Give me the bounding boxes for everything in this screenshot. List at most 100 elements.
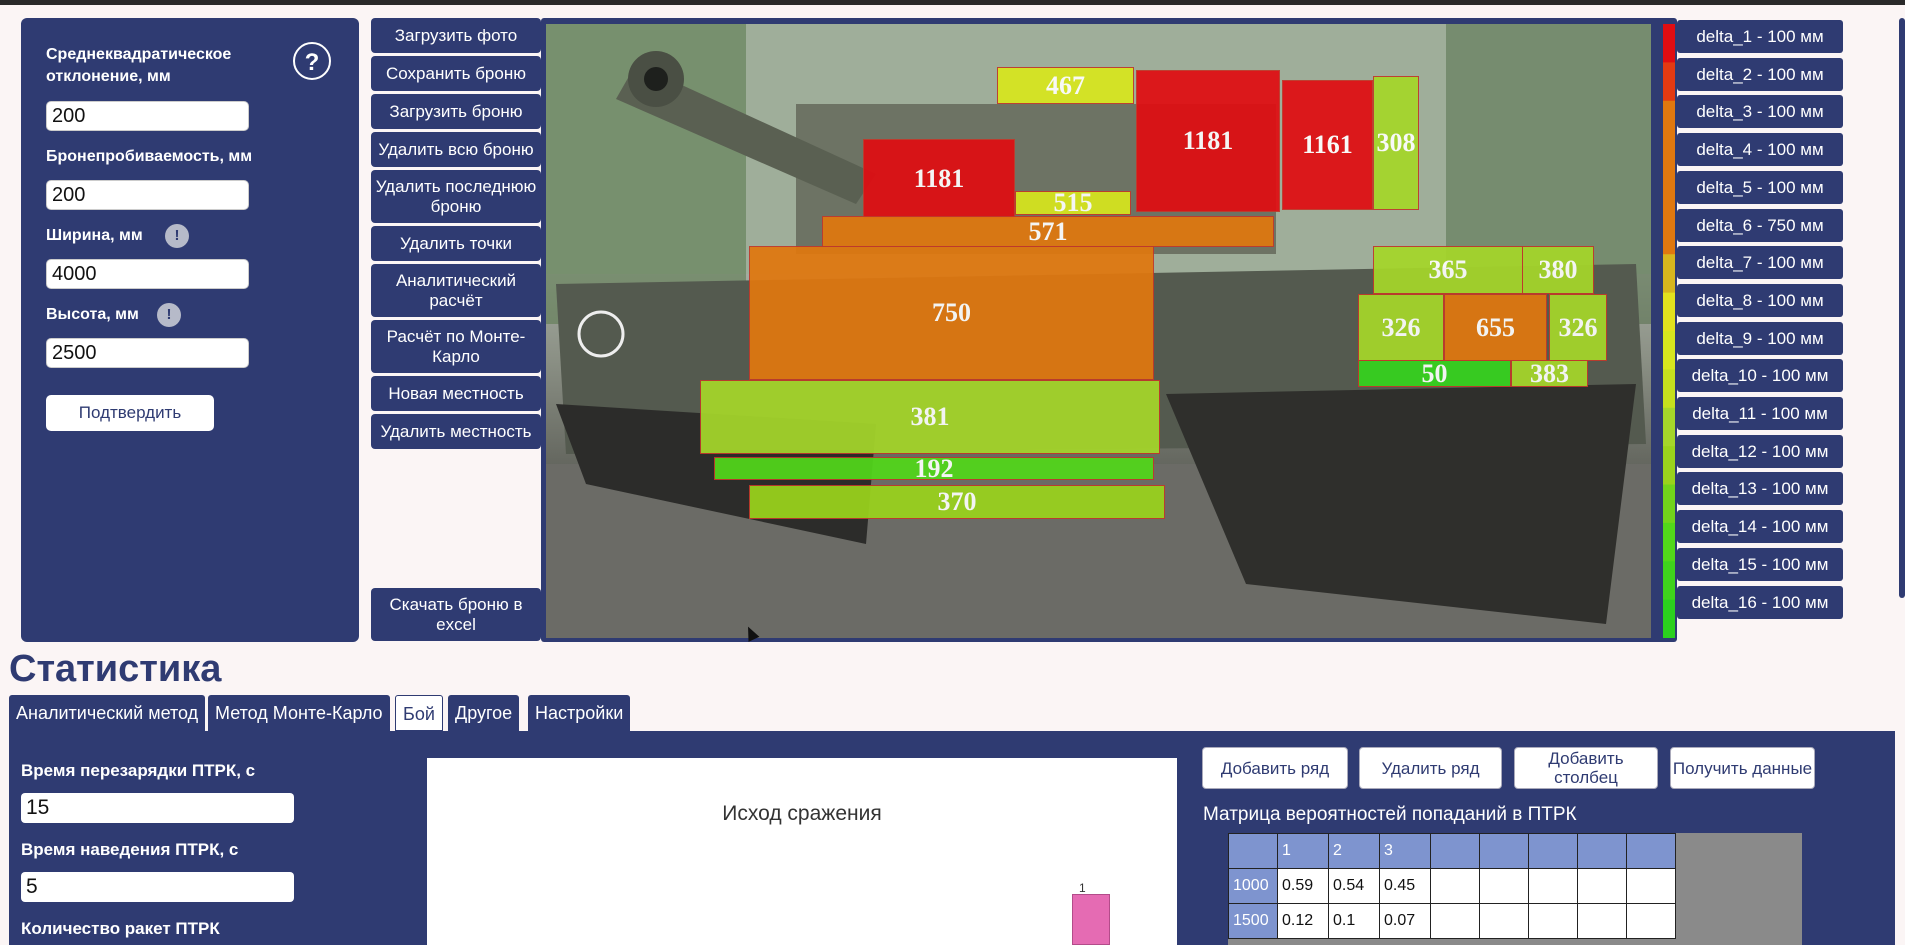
- armor-block[interactable]: 1161: [1282, 80, 1373, 210]
- delete-row-button[interactable]: Удалить ряд: [1359, 747, 1502, 789]
- matrix-cell[interactable]: 0.54: [1328, 868, 1380, 904]
- confirm-button[interactable]: Подтвердить: [46, 395, 214, 431]
- armor-block[interactable]: 381: [700, 380, 1160, 454]
- legend-item[interactable]: delta_7 - 100 мм: [1677, 246, 1843, 280]
- matrix-cell[interactable]: [1577, 868, 1627, 904]
- armor-block[interactable]: 370: [749, 485, 1165, 519]
- aim-time-input[interactable]: 5: [21, 872, 294, 902]
- width-input[interactable]: 4000: [46, 259, 249, 289]
- sigma-input[interactable]: 200: [46, 101, 249, 131]
- matrix-cell[interactable]: 0.12: [1277, 903, 1329, 939]
- aim-time-label: Время наведения ПТРК, с: [21, 840, 239, 859]
- matrix-cell[interactable]: [1577, 903, 1627, 939]
- matrix-cell[interactable]: 0.59: [1277, 868, 1329, 904]
- armor-block[interactable]: 326: [1549, 294, 1607, 361]
- tank-photo-canvas[interactable]: 467 1181 1161 308 1181 515 571 750 365 380 326 655 3…: [546, 24, 1651, 638]
- legend-item[interactable]: delta_8 - 100 мм: [1677, 283, 1843, 317]
- armor-block[interactable]: 326: [1358, 294, 1444, 361]
- download-excel-button[interactable]: Скачать броню в excel: [371, 588, 541, 641]
- legend-color-segment: [1663, 599, 1675, 638]
- legend-item[interactable]: delta_6 - 750 мм: [1677, 208, 1843, 242]
- tab-other[interactable]: Другое: [448, 695, 520, 731]
- matrix-cell[interactable]: [1528, 868, 1578, 904]
- load-photo-button[interactable]: Загрузить фото: [371, 18, 541, 53]
- matrix-header-cell[interactable]: 1: [1277, 833, 1329, 869]
- armor-block[interactable]: 467: [997, 67, 1134, 104]
- armor-block[interactable]: 571: [822, 216, 1274, 247]
- armor-block[interactable]: 1181: [863, 139, 1015, 219]
- height-info-icon[interactable]: !: [157, 303, 181, 327]
- tab-analytic[interactable]: Аналитический метод: [9, 695, 206, 731]
- matrix-cell[interactable]: 0.1: [1328, 903, 1380, 939]
- save-armor-button[interactable]: Сохранить броню: [371, 56, 541, 91]
- height-input[interactable]: 2500: [46, 338, 249, 368]
- matrix-cell[interactable]: [1430, 868, 1480, 904]
- legend-color-segment: [1663, 62, 1675, 102]
- monte-carlo-calc-button[interactable]: Расчёт по Монте-Карло: [371, 320, 541, 373]
- settings-panel: Среднеквадратическое отклонение, мм ? 20…: [21, 18, 359, 642]
- legend-item[interactable]: delta_14 - 100 мм: [1677, 510, 1843, 544]
- armor-block[interactable]: 308: [1373, 76, 1419, 210]
- matrix-cell[interactable]: 1500: [1228, 903, 1278, 939]
- tab-settings[interactable]: Настройки: [528, 695, 631, 731]
- matrix-cell[interactable]: 0.45: [1379, 868, 1431, 904]
- armor-block[interactable]: 50: [1358, 359, 1511, 388]
- chart-title: Исход сражения: [722, 802, 882, 825]
- matrix-cell[interactable]: [1430, 903, 1480, 939]
- matrix-cell[interactable]: [1626, 868, 1676, 904]
- load-armor-button[interactable]: Загрузить броню: [371, 94, 541, 129]
- armor-block[interactable]: 1181: [1136, 70, 1280, 212]
- matrix-cell[interactable]: [1528, 903, 1578, 939]
- legend-item[interactable]: delta_16 - 100 мм: [1677, 585, 1843, 619]
- legend-item[interactable]: delta_1 - 100 мм: [1677, 20, 1843, 53]
- delete-last-armor-button[interactable]: Удалить последнюю броню: [371, 170, 541, 223]
- legend-item[interactable]: delta_2 - 100 мм: [1677, 57, 1843, 91]
- legend-item[interactable]: delta_11 - 100 мм: [1677, 397, 1843, 430]
- matrix-header-cell[interactable]: [1430, 833, 1480, 869]
- armor-block[interactable]: 192: [714, 454, 1154, 483]
- reload-time-input[interactable]: 15: [21, 793, 294, 823]
- tab-battle[interactable]: Бой: [395, 695, 443, 731]
- help-icon[interactable]: ?: [293, 42, 331, 80]
- matrix-cell[interactable]: [1479, 903, 1529, 939]
- tab-monte-carlo[interactable]: Метод Монте-Карло: [208, 695, 390, 731]
- matrix-cell[interactable]: [1479, 868, 1529, 904]
- penetration-input[interactable]: 200: [46, 180, 249, 210]
- armor-block[interactable]: 655: [1444, 294, 1547, 361]
- legend-item[interactable]: delta_10 - 100 мм: [1677, 359, 1843, 393]
- get-data-button[interactable]: Получить данные: [1670, 747, 1815, 789]
- add-row-button[interactable]: Добавить ряд: [1202, 747, 1348, 789]
- matrix-cell[interactable]: 1000: [1228, 868, 1278, 904]
- width-info-icon[interactable]: !: [165, 224, 189, 248]
- armor-block[interactable]: 380: [1522, 246, 1594, 294]
- legend-item[interactable]: delta_5 - 100 мм: [1677, 170, 1843, 204]
- new-terrain-button[interactable]: Новая местность: [371, 376, 541, 411]
- legend-item[interactable]: delta_13 - 100 мм: [1677, 472, 1843, 506]
- matrix-cell[interactable]: 0.07: [1379, 903, 1431, 939]
- matrix-header-cell[interactable]: [1626, 833, 1676, 869]
- legend-item[interactable]: delta_3 - 100 мм: [1677, 95, 1843, 129]
- delete-all-armor-button[interactable]: Удалить всю броню: [371, 132, 541, 167]
- legend-item[interactable]: delta_9 - 100 мм: [1677, 321, 1843, 355]
- legend-item[interactable]: delta_12 - 100 мм: [1677, 434, 1843, 468]
- legend-item[interactable]: delta_4 - 100 мм: [1677, 133, 1843, 167]
- legend-item[interactable]: delta_15 - 100 мм: [1677, 547, 1843, 581]
- legend-scrollbar[interactable]: [1899, 18, 1905, 598]
- matrix-header-cell[interactable]: 2: [1328, 833, 1380, 869]
- armor-block[interactable]: 515: [1015, 188, 1131, 217]
- matrix-header-cell[interactable]: [1528, 833, 1578, 869]
- matrix-cell[interactable]: [1626, 903, 1676, 939]
- matrix-header-cell[interactable]: [1577, 833, 1627, 869]
- delete-terrain-button[interactable]: Удалить местность: [371, 414, 541, 449]
- matrix-header-cell[interactable]: [1228, 833, 1278, 869]
- armor-block[interactable]: 750: [749, 246, 1154, 380]
- matrix-header-cell[interactable]: [1479, 833, 1529, 869]
- add-column-button[interactable]: Добавить столбец: [1514, 747, 1658, 789]
- analytic-calc-button[interactable]: Аналитический расчёт: [371, 264, 541, 317]
- legend-color-segment: [1663, 254, 1675, 294]
- armor-block[interactable]: 383: [1511, 359, 1588, 388]
- matrix-header-cell[interactable]: 3: [1379, 833, 1431, 869]
- delete-points-button[interactable]: Удалить точки: [371, 226, 541, 261]
- hit-probability-matrix[interactable]: 1 2 3 1000 0.59 0.54 0.45 1500 0.12 0.1 0.07: [1228, 833, 1676, 939]
- armor-block[interactable]: 365: [1373, 246, 1523, 294]
